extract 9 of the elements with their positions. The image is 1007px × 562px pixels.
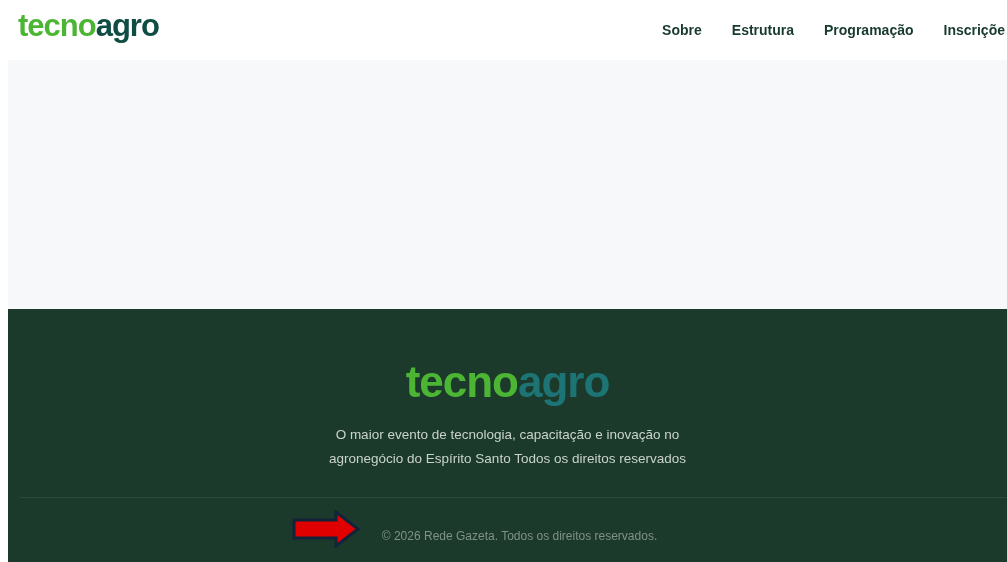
copyright-text: © 2026 Rede Gazeta. Todos os direitos reservados. bbox=[381, 529, 658, 543]
nav-link[interactable]: Estrutura bbox=[731, 22, 795, 38]
footer-logo: tecnoagro bbox=[405, 357, 610, 407]
nav-link[interactable]: Inscriçõe bbox=[943, 22, 1005, 38]
nav-link[interactable]: Programação bbox=[824, 22, 914, 38]
logo[interactable]: tecnoagro bbox=[18, 8, 159, 44]
footer-tagline: O maior evento de tecnologia, capacitação e inovação no agronegócio do Espírito Santo Todos os direitos reservados bbox=[328, 426, 687, 468]
arrow-icon bbox=[291, 510, 362, 548]
nav-link[interactable]: Sobre bbox=[662, 22, 702, 38]
